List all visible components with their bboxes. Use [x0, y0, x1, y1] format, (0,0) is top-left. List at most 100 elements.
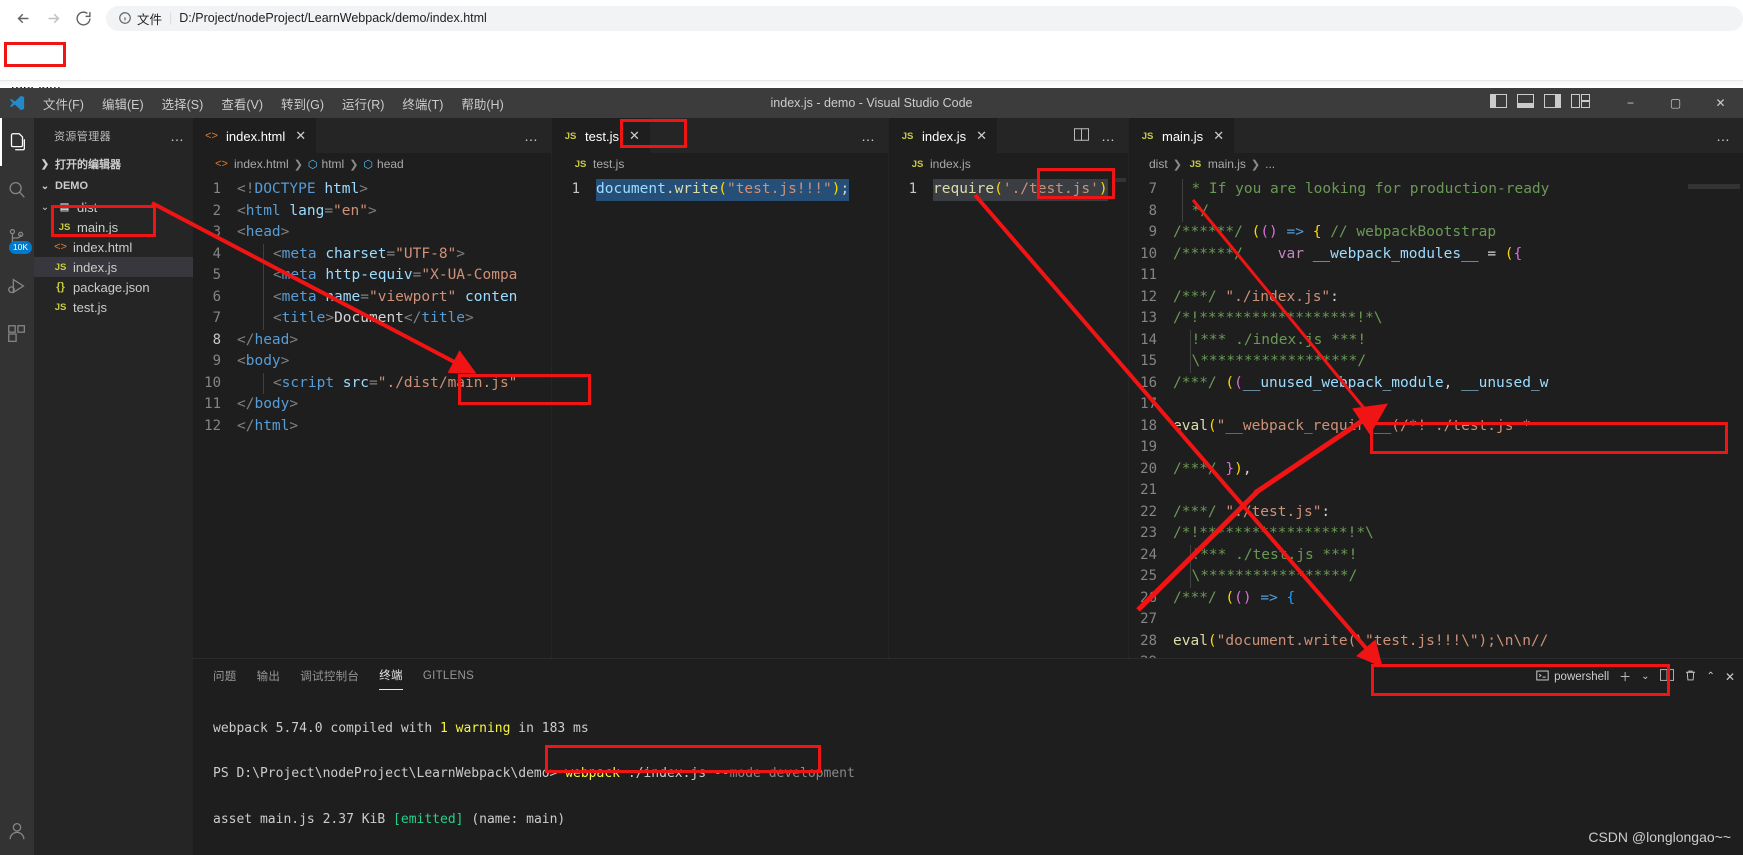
activity-run-debug-icon[interactable] — [0, 262, 34, 310]
tree-item-index-html[interactable]: <> index.html — [34, 237, 193, 257]
panel-actions: powershell ＋ ⌄ ⌃ ✕ — [1536, 659, 1735, 694]
terminal-shell-selector[interactable]: powershell — [1536, 669, 1609, 685]
maximize-button[interactable]: ▢ — [1653, 88, 1698, 118]
line-number: 22 — [1140, 503, 1157, 520]
activity-search-icon[interactable] — [0, 166, 34, 214]
line-number: 14 — [1140, 331, 1157, 348]
breadcrumb-item[interactable]: JS test.js — [572, 157, 625, 171]
tab-close-icon[interactable]: ✕ — [629, 128, 640, 144]
split-editor-icon[interactable] — [1074, 127, 1089, 144]
menu-selection[interactable]: 选择(S) — [153, 91, 213, 116]
line-number: 13 — [1140, 310, 1157, 326]
watermark: CSDN @longlongao~~ — [1588, 829, 1731, 845]
tab-test-js[interactable]: JS test.js ✕ — [552, 118, 650, 153]
panel-left-icon[interactable] — [1490, 93, 1507, 113]
terminal-output[interactable]: webpack 5.74.0 compiled with 1 warning i… — [193, 690, 1743, 855]
tab-index-html[interactable]: <> index.html ✕ — [193, 118, 317, 153]
minimize-button[interactable]: − — [1608, 88, 1653, 118]
menu-run[interactable]: 运行(R) — [333, 91, 393, 116]
editor-more-icon[interactable]: … — [1716, 128, 1731, 144]
line-number: 6 — [212, 288, 221, 305]
menu-view[interactable]: 查看(V) — [212, 91, 272, 116]
activity-accounts-icon[interactable] — [0, 807, 34, 855]
project-section[interactable]: ⌄ DEMO — [34, 175, 193, 197]
breadcrumb-label: index.js — [930, 157, 971, 171]
activity-source-control-icon[interactable]: 10K — [0, 214, 34, 262]
breadcrumb-item[interactable]: <> index.html — [213, 157, 289, 171]
tab-main-js[interactable]: JS main.js ✕ — [1129, 118, 1235, 153]
tab-close-icon[interactable]: ✕ — [1213, 128, 1224, 144]
add-terminal-icon[interactable]: ＋ — [1619, 668, 1631, 685]
tab-label: index.html — [226, 128, 286, 144]
editor-layout-icon[interactable] — [1571, 93, 1590, 113]
tree-item-test-js[interactable]: JS test.js — [34, 297, 193, 317]
editor-more-icon[interactable]: … — [861, 128, 876, 144]
tree-item-dist[interactable]: ⌄ ▤ dist — [34, 197, 193, 217]
menu-help[interactable]: 帮助(H) — [452, 91, 512, 116]
line-number: 3 — [212, 224, 221, 240]
reload-button[interactable] — [68, 3, 98, 33]
line-number: 25 — [1140, 568, 1157, 584]
panel-tab-debug-console[interactable]: 调试控制台 — [300, 660, 359, 690]
panel-tab-output[interactable]: 输出 — [257, 660, 281, 690]
panel-bottom-icon[interactable] — [1517, 93, 1534, 113]
tabs-bar: JS index.js ✕ … — [889, 118, 1128, 153]
tab-close-icon[interactable]: ✕ — [976, 128, 987, 144]
code-editor-test-js[interactable]: 1 document.write("test.js!!!"); — [552, 175, 888, 658]
menu-file[interactable]: 文件(F) — [34, 91, 93, 116]
breadcrumb-item[interactable]: dist — [1149, 157, 1168, 171]
omnibox[interactable]: 文件 | D:/Project/nodeProject/LearnWebpack… — [106, 5, 1743, 31]
tree-item-main-js[interactable]: JS main.js — [34, 217, 193, 237]
project-label: DEMO — [55, 180, 88, 192]
code-editor-index-html[interactable]: 1 <!DOCTYPE html> 2 <html lang="en"> 3 <hea… — [193, 175, 551, 658]
panel-tab-problems[interactable]: 问题 — [213, 660, 237, 690]
activity-explorer-icon[interactable] — [0, 118, 34, 166]
menu-goto[interactable]: 转到(G) — [272, 91, 333, 116]
breadcrumb-item[interactable]: ⬡ head — [363, 157, 403, 171]
line-number: 29 — [1129, 652, 1173, 658]
editor-more-icon[interactable]: … — [1101, 128, 1116, 144]
open-editors-section[interactable]: ❯ 打开的编辑器 — [34, 153, 193, 175]
trash-icon[interactable] — [1684, 669, 1697, 685]
line-number: 24 — [1140, 546, 1157, 563]
html-file-icon: <> — [215, 158, 228, 170]
chevron-right-icon: ❯ — [349, 158, 359, 171]
menu-edit[interactable]: 编辑(E) — [93, 91, 153, 116]
panel-tab-gitlens[interactable]: GITLENS — [423, 662, 474, 688]
chevron-up-icon[interactable]: ⌃ — [1707, 671, 1715, 682]
editor-more-icon[interactable]: … — [524, 128, 539, 144]
omnibox-url[interactable]: D:/Project/nodeProject/LearnWebpack/demo… — [179, 11, 487, 25]
cube-icon: ⬡ — [307, 158, 318, 171]
js-file-icon: JS — [564, 130, 577, 142]
breadcrumb-item[interactable]: ... — [1265, 157, 1275, 171]
sidebar-more-icon[interactable]: … — [170, 128, 185, 144]
panel-right-icon[interactable] — [1544, 93, 1561, 113]
split-terminal-icon[interactable] — [1659, 669, 1674, 684]
panel-close-icon[interactable]: ✕ — [1725, 670, 1735, 684]
tab-close-icon[interactable]: ✕ — [295, 128, 306, 144]
breadcrumb-item[interactable]: JS main.js — [1187, 157, 1246, 171]
activity-bar: 10K — [0, 118, 34, 855]
activity-extensions-icon[interactable] — [0, 310, 34, 358]
line-number: 8 — [212, 331, 221, 348]
breadcrumb: <> index.html ❯ ⬡ html ❯ ⬡ head — [193, 153, 551, 175]
close-button[interactable]: ✕ — [1698, 88, 1743, 118]
code-editor-index-js[interactable]: 1 require('./test.js') — [889, 175, 1128, 658]
menu-terminal[interactable]: 终端(T) — [393, 91, 452, 116]
back-button[interactable] — [8, 3, 38, 33]
panel-tab-terminal[interactable]: 终端 — [379, 659, 403, 690]
sidebar-header: 资源管理器 … — [34, 118, 193, 153]
code-editor-main-js[interactable]: 7 * If you are looking for production-re… — [1129, 175, 1743, 658]
tree-item-index-js[interactable]: JS index.js — [34, 257, 193, 277]
tab-index-js[interactable]: JS index.js ✕ — [889, 118, 997, 153]
tabs-bar: JS test.js ✕ … — [552, 118, 888, 153]
forward-button[interactable] — [38, 3, 68, 33]
breadcrumb-item[interactable]: JS index.js — [909, 157, 971, 171]
chevron-down-icon[interactable]: ⌄ — [1641, 671, 1649, 682]
breadcrumb-item[interactable]: ⬡ html — [308, 157, 344, 171]
omnibox-scheme-label: 文件 — [137, 12, 163, 27]
line-number: 17 — [1140, 396, 1157, 412]
tree-item-package-json[interactable]: {} package.json — [34, 277, 193, 297]
chevron-right-icon: ❯ — [1172, 158, 1182, 171]
tab-label: index.js — [922, 128, 967, 144]
